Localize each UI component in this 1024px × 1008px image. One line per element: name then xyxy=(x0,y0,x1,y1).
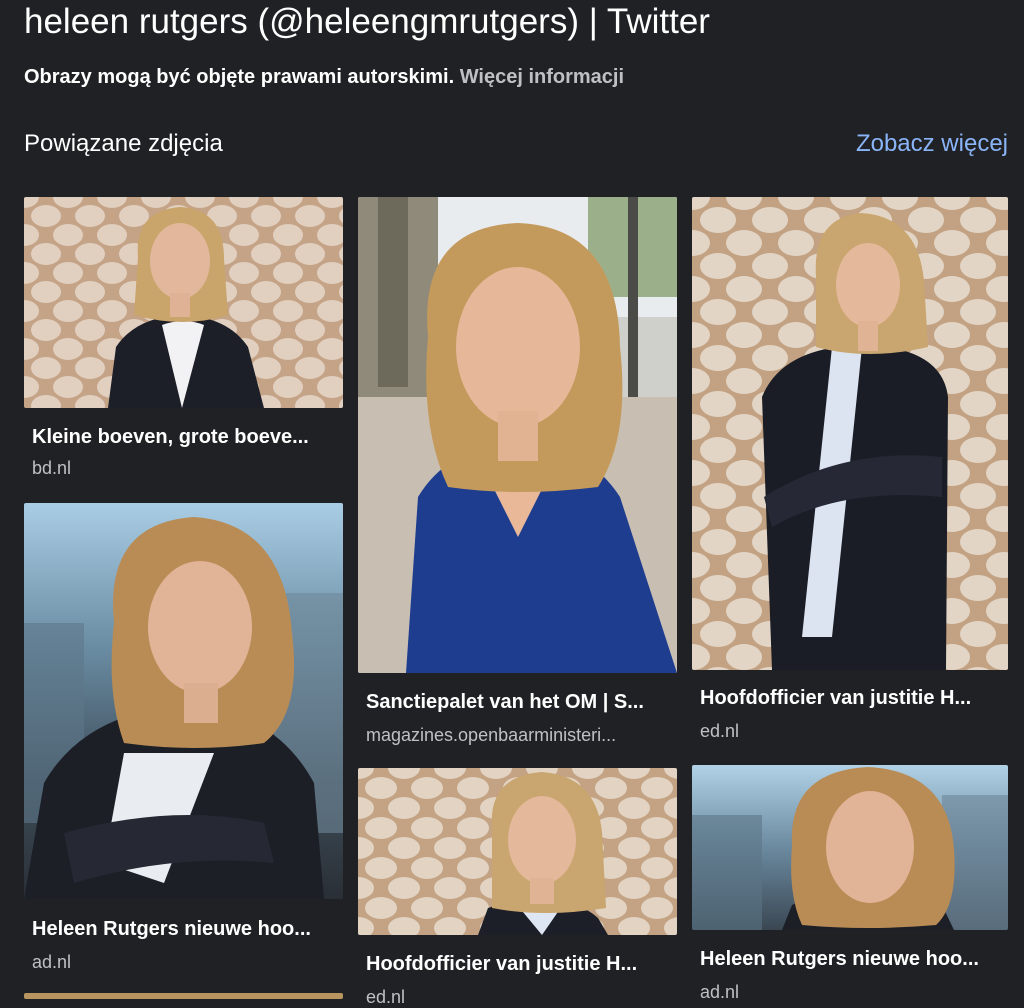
related-image-thumbnail[interactable] xyxy=(24,503,343,899)
related-image-caption[interactable]: Sanctiepalet van het OM | S... xyxy=(366,691,669,714)
related-image-source: magazines.openbaarministeri... xyxy=(366,725,617,745)
related-images-heading: Powiązane zdjęcia xyxy=(24,130,223,157)
related-image-caption[interactable]: Hoofdofficier van justitie H... xyxy=(366,953,669,976)
related-image-card[interactable]: Heleen Rutgers nieuwe hoo... ad.nl xyxy=(24,503,343,978)
more-info-link[interactable]: Więcej informacji xyxy=(460,66,624,88)
see-more-link[interactable]: Zobacz więcej xyxy=(856,130,1008,158)
related-image-thumbnail[interactable] xyxy=(24,197,343,408)
related-image-caption[interactable]: Heleen Rutgers nieuwe hoo... xyxy=(32,918,335,941)
copyright-notice: Obrazy mogą być objęte prawami autorskim… xyxy=(24,66,624,89)
related-image-card-partial[interactable] xyxy=(24,993,343,999)
related-image-source: bd.nl xyxy=(32,458,72,478)
related-image-thumbnail[interactable] xyxy=(358,197,677,673)
related-image-card[interactable]: Sanctiepalet van het OM | S... magazines… xyxy=(358,197,677,757)
related-image-source: ad.nl xyxy=(32,952,72,972)
related-image-thumbnail[interactable] xyxy=(692,765,1008,930)
page-title[interactable]: heleen rutgers (@heleengmrutgers) | Twit… xyxy=(24,0,1014,44)
related-image-caption[interactable]: Heleen Rutgers nieuwe hoo... xyxy=(700,948,1000,971)
related-image-source: ed.nl xyxy=(366,987,406,1007)
copyright-text: Obrazy mogą być objęte prawami autorskim… xyxy=(24,66,455,88)
related-image-source: ad.nl xyxy=(700,982,740,1002)
related-image-card[interactable]: Hoofdofficier van justitie H... ed.nl xyxy=(692,197,1008,753)
related-image-caption[interactable]: Hoofdofficier van justitie H... xyxy=(700,687,1000,710)
related-image-card[interactable]: Kleine boeven, grote boeve... bd.nl xyxy=(24,197,343,487)
related-image-card[interactable]: Hoofdofficier van justitie H... ed.nl xyxy=(358,768,677,1007)
related-image-caption[interactable]: Kleine boeven, grote boeve... xyxy=(32,426,335,449)
related-image-source: ed.nl xyxy=(700,721,740,741)
related-image-thumbnail[interactable] xyxy=(24,993,343,999)
related-image-thumbnail[interactable] xyxy=(358,768,677,935)
related-image-thumbnail[interactable] xyxy=(692,197,1008,670)
related-image-card[interactable]: Heleen Rutgers nieuwe hoo... ad.nl xyxy=(692,765,1008,1002)
